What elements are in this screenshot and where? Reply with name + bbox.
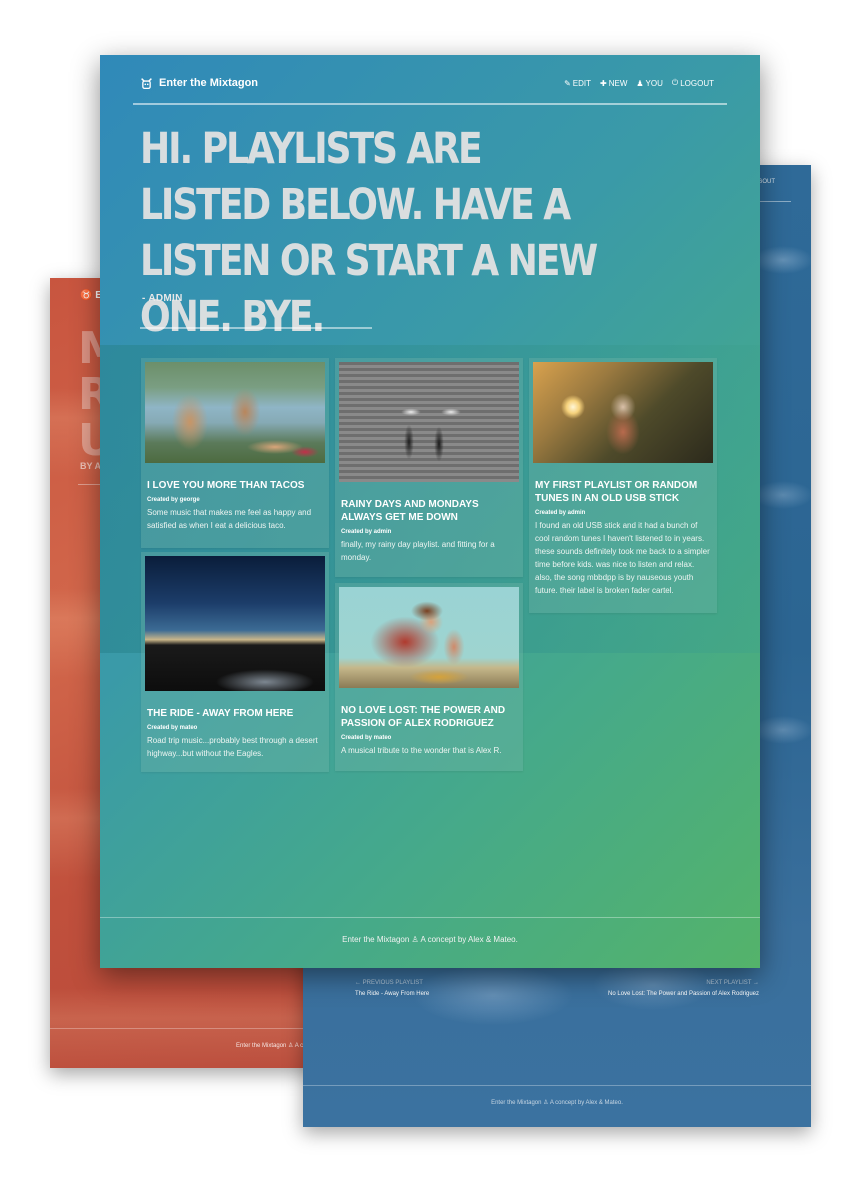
nav-logout-link[interactable]: ⏻ LOGOUT <box>672 78 714 88</box>
playlist-description: Some music that makes me feel as happy a… <box>147 508 312 530</box>
mixtagon-logo-icon <box>141 77 152 89</box>
previous-playlist-title[interactable]: The Ride - Away From Here <box>355 991 429 997</box>
brand-name: Enter the Mixtagon <box>159 77 259 89</box>
playlist-thumbnail[interactable] <box>145 362 325 463</box>
playlist-author: Created by admin <box>341 529 392 535</box>
playlist-title[interactable]: NO LOVE LOST: THE POWER AND PASSION OF A… <box>341 704 517 730</box>
blue-page-logout-link[interactable]: GOUT <box>758 179 775 185</box>
playlist-card[interactable]: THE RIDE - AWAY FROM HERE Created by mat… <box>141 552 329 772</box>
playlist-author: Created by george <box>147 497 200 503</box>
top-nav: Enter the Mixtagon ✎ EDIT ✚ NEW ♟ YOU ⏻ … <box>140 71 714 95</box>
playlist-thumbnail[interactable] <box>145 556 325 691</box>
power-icon: ⏻ <box>671 78 679 87</box>
blue-page-footer: Enter the Mixtagon ♙ A concept by Alex &… <box>491 1100 623 1106</box>
playlist-thumbnail[interactable] <box>339 587 519 688</box>
playlist-title[interactable]: MY FIRST PLAYLIST OR RANDOM TUNES IN AN … <box>535 479 711 505</box>
next-playlist-title[interactable]: No Love Lost: The Power and Passion of A… <box>608 991 759 997</box>
playlist-author: Created by admin <box>535 510 586 516</box>
playlist-title[interactable]: THE RIDE - AWAY FROM HERE <box>147 707 323 720</box>
hero-divider <box>140 327 372 329</box>
hero-byline: - ADMIN <box>142 293 183 304</box>
blue-page-nav-divider <box>759 201 791 202</box>
footer-divider <box>100 917 760 918</box>
main-page: Enter the Mixtagon ✎ EDIT ✚ NEW ♟ YOU ⏻ … <box>100 55 760 968</box>
previous-playlist-label[interactable]: ← PREVIOUS PLAYLIST <box>355 980 423 986</box>
playlist-description: Road trip music...probably best through … <box>147 736 318 758</box>
pencil-icon: ✎ <box>564 78 571 88</box>
playlist-thumbnail[interactable] <box>339 362 519 482</box>
user-icon: ♟ <box>636 78 644 88</box>
next-playlist-label[interactable]: NEXT PLAYLIST → <box>706 980 759 986</box>
playlist-title[interactable]: I LOVE YOU MORE THAN TACOS <box>147 479 323 492</box>
brand-link[interactable]: Enter the Mixtagon <box>140 77 258 90</box>
playlist-card[interactable]: I LOVE YOU MORE THAN TACOS Created by ge… <box>141 358 329 548</box>
nav-links: ✎ EDIT ✚ NEW ♟ YOU ⏻ LOGOUT <box>564 78 714 88</box>
red-page-byline: BY A <box>80 461 102 471</box>
red-page-logo-icon: ♉ <box>80 290 93 301</box>
playlist-description: A musical tribute to the wonder that is … <box>341 746 502 755</box>
playlist-description: finally, my rainy day playlist. and fitt… <box>341 540 495 562</box>
nav-divider <box>133 103 727 105</box>
red-page-brand: ♉ E <box>80 290 102 301</box>
playlist-title[interactable]: RAINY DAYS AND MONDAYS ALWAYS GET ME DOW… <box>341 498 517 524</box>
playlist-card[interactable]: NO LOVE LOST: THE POWER AND PASSION OF A… <box>335 583 523 771</box>
playlist-author: Created by mateo <box>341 735 392 741</box>
playlist-description: I found an old USB stick and it had a bu… <box>535 521 710 595</box>
plus-icon: ✚ <box>600 78 607 88</box>
footer-credit: Enter the Mixtagon ♙ A concept by Alex &… <box>342 935 518 944</box>
playlist-card[interactable]: RAINY DAYS AND MONDAYS ALWAYS GET ME DOW… <box>335 358 523 577</box>
hero-heading: HI. PLAYLISTS ARE LISTED BELOW. HAVE A L… <box>140 124 598 342</box>
playlist-thumbnail[interactable] <box>533 362 713 463</box>
playlist-author: Created by mateo <box>147 725 198 731</box>
nav-new-link[interactable]: ✚ NEW <box>600 78 627 88</box>
blue-page-footer-divider <box>303 1085 811 1086</box>
nav-edit-link[interactable]: ✎ EDIT <box>564 78 591 88</box>
red-page-footer: Enter the Mixtagon ♙ A c <box>236 1043 304 1049</box>
playlist-card[interactable]: MY FIRST PLAYLIST OR RANDOM TUNES IN AN … <box>529 358 717 613</box>
nav-you-link[interactable]: ♟ YOU <box>636 78 663 88</box>
